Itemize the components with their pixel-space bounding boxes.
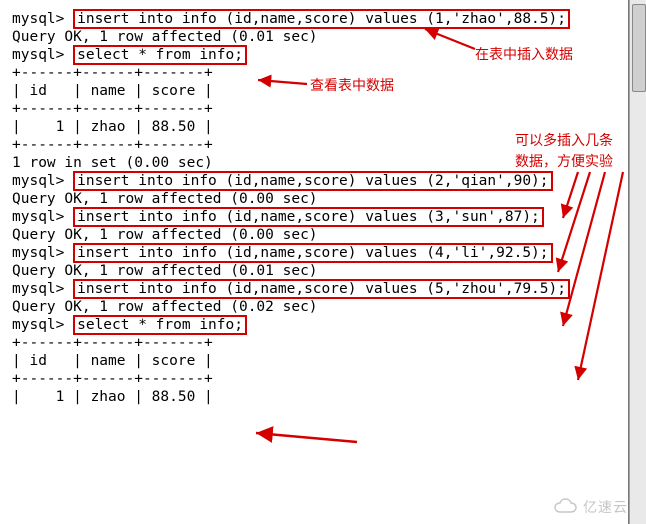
annotation-select: 查看表中数据	[310, 76, 394, 94]
boxed-insert-1: insert into info (id,name,score) values …	[73, 9, 570, 29]
boxed-insert-4: insert into info (id,name,score) values …	[73, 243, 552, 263]
boxed-select-1: select * from info;	[73, 45, 247, 65]
cmd-insert-2: mysql> insert into info (id,name,score) …	[12, 172, 616, 190]
watermark-text: 亿速云	[583, 499, 628, 515]
prompt: mysql>	[12, 281, 73, 297]
boxed-insert-3: insert into info (id,name,score) values …	[73, 207, 544, 227]
out-row-1b: | 1 | zhao | 88.50 |	[12, 388, 616, 406]
out-hdr: | id | name | score |	[12, 352, 616, 370]
prompt: mysql>	[12, 47, 73, 63]
prompt: mysql>	[12, 209, 73, 225]
scrollbar[interactable]	[629, 0, 646, 524]
out-ok-3: Query OK, 1 row affected (0.00 sec)	[12, 226, 616, 244]
out-ok-4: Query OK, 1 row affected (0.01 sec)	[12, 262, 616, 280]
cmd-insert-5: mysql> insert into info (id,name,score) …	[12, 280, 616, 298]
cmd-insert-3: mysql> insert into info (id,name,score) …	[12, 208, 616, 226]
annotation-multi-line2: 数据，方便实验	[515, 152, 613, 170]
out-sep: +------+------+-------+	[12, 370, 616, 388]
boxed-insert-2: insert into info (id,name,score) values …	[73, 171, 552, 191]
prompt: mysql>	[12, 11, 73, 27]
out-ok-2: Query OK, 1 row affected (0.00 sec)	[12, 190, 616, 208]
cmd-select-2: mysql> select * from info;	[12, 316, 616, 334]
prompt: mysql>	[12, 173, 73, 189]
out-ok-5: Query OK, 1 row affected (0.02 sec)	[12, 298, 616, 316]
prompt: mysql>	[12, 245, 73, 261]
out-sep: +------+------+-------+	[12, 100, 616, 118]
out-ok-1: Query OK, 1 row affected (0.01 sec)	[12, 28, 616, 46]
cloud-icon	[553, 498, 579, 518]
annotation-multi-line1: 可以多插入几条	[515, 131, 613, 149]
annotation-insert: 在表中插入数据	[475, 45, 573, 63]
scrollbar-thumb[interactable]	[632, 4, 646, 92]
boxed-select-2: select * from info;	[73, 315, 247, 335]
cmd-insert-1: mysql> insert into info (id,name,score) …	[12, 10, 616, 28]
out-sep: +------+------+-------+	[12, 334, 616, 352]
cmd-insert-4: mysql> insert into info (id,name,score) …	[12, 244, 616, 262]
prompt: mysql>	[12, 317, 73, 333]
watermark: 亿速云	[553, 498, 628, 518]
boxed-insert-5: insert into info (id,name,score) values …	[73, 279, 570, 299]
